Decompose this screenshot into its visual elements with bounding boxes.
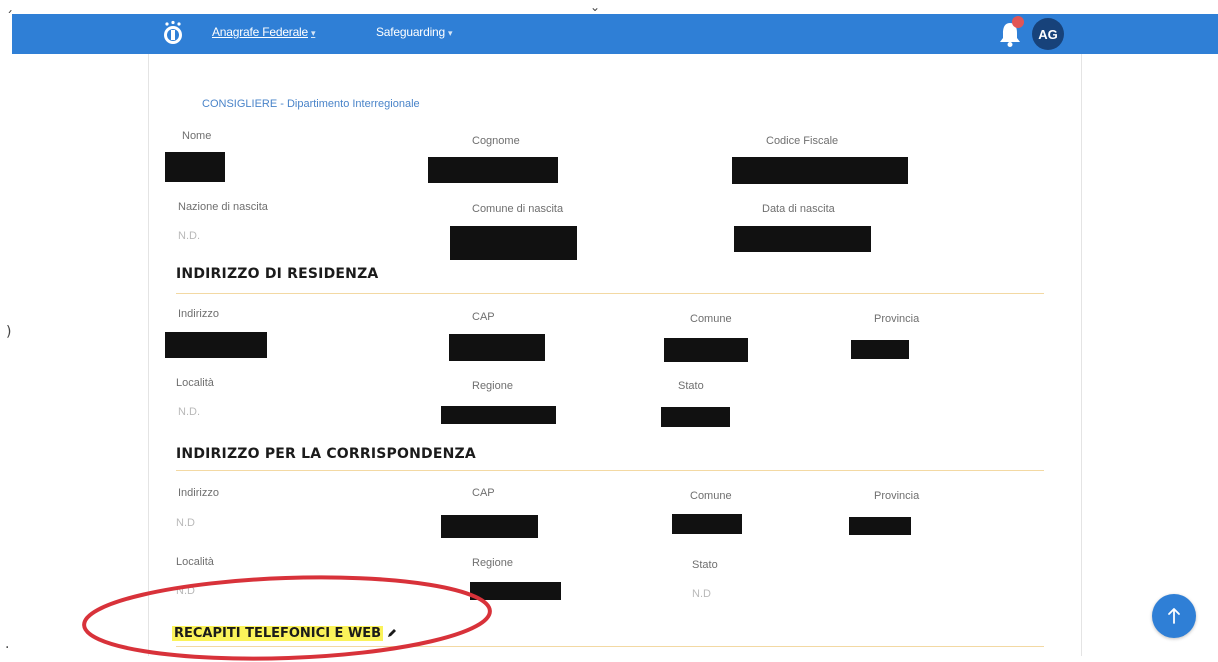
value-indirizzo: N.D (176, 517, 195, 529)
label-localita: Località (176, 556, 214, 568)
redacted-cognome (428, 157, 558, 183)
scan-mark: ) (6, 324, 12, 340)
top-navbar: Anagrafe Federale ▾ Safeguarding ▾ AG (12, 14, 1218, 54)
label-provincia: Provincia (874, 313, 920, 325)
value-nazione-nascita: N.D. (178, 230, 200, 242)
profile-card (148, 54, 1082, 656)
redacted-indirizzo (165, 332, 267, 358)
redacted-nome (165, 152, 225, 182)
value-localita: N.D. (178, 406, 200, 418)
chevron-down-icon: ⌄ (590, 0, 601, 14)
label-comune-nascita: Comune di nascita (472, 203, 564, 215)
label-indirizzo: Indirizzo (178, 487, 219, 499)
federation-logo-icon[interactable] (162, 20, 184, 46)
label-provincia: Provincia (874, 490, 920, 502)
label-codice-fiscale: Codice Fiscale (766, 135, 839, 147)
label-cap: CAP (472, 487, 495, 499)
avatar[interactable]: AG (1032, 18, 1064, 50)
redacted-cap (441, 515, 538, 538)
label-localita: Località (176, 377, 214, 389)
label-comune: Comune (690, 313, 732, 325)
breadcrumb[interactable]: CONSIGLIERE - Dipartimento Interregional… (202, 98, 420, 110)
avatar-initials: AG (1038, 26, 1058, 42)
label-regione: Regione (472, 380, 513, 392)
label-stato: Stato (678, 380, 704, 392)
redacted-regione (441, 406, 556, 424)
section-divider (176, 470, 1044, 471)
label-stato: Stato (692, 559, 718, 571)
nav-item-label: Anagrafe Federale (212, 25, 308, 39)
label-comune: Comune (690, 490, 732, 502)
chevron-down-icon: ▾ (448, 28, 453, 38)
redacted-data-nascita (734, 226, 871, 252)
nav-item-label: Safeguarding (376, 25, 445, 39)
redacted-codice-fiscale (732, 157, 908, 184)
label-cognome: Cognome (472, 135, 520, 147)
label-cap: CAP (472, 311, 495, 323)
nav-anagrafe-federale[interactable]: Anagrafe Federale ▾ (212, 25, 316, 39)
redacted-provincia (849, 517, 911, 535)
annotation-circle (82, 575, 492, 661)
scan-mark: . (5, 636, 10, 652)
section-title-corrispondenza: INDIRIZZO PER LA CORRISPONDENZA (176, 446, 476, 462)
value-stato: N.D (692, 588, 711, 600)
redacted-comune (672, 514, 742, 534)
label-nome: Nome (182, 130, 212, 142)
scroll-to-top-button[interactable] (1152, 594, 1196, 638)
redacted-cap (449, 334, 545, 361)
section-title-residenza: INDIRIZZO DI RESIDENZA (176, 266, 379, 282)
notification-badge (1012, 16, 1024, 28)
chevron-down-icon: ▾ (311, 28, 316, 38)
redacted-comune-nascita (450, 226, 577, 260)
label-nazione-nascita: Nazione di nascita (178, 201, 268, 213)
nav-safeguarding[interactable]: Safeguarding ▾ (376, 25, 453, 39)
section-divider (176, 293, 1044, 294)
label-data-nascita: Data di nascita (762, 203, 835, 215)
redacted-comune (664, 338, 748, 362)
redacted-stato (661, 407, 730, 427)
redacted-provincia (851, 340, 909, 359)
arrow-up-icon (1168, 608, 1180, 624)
label-indirizzo: Indirizzo (178, 308, 219, 320)
